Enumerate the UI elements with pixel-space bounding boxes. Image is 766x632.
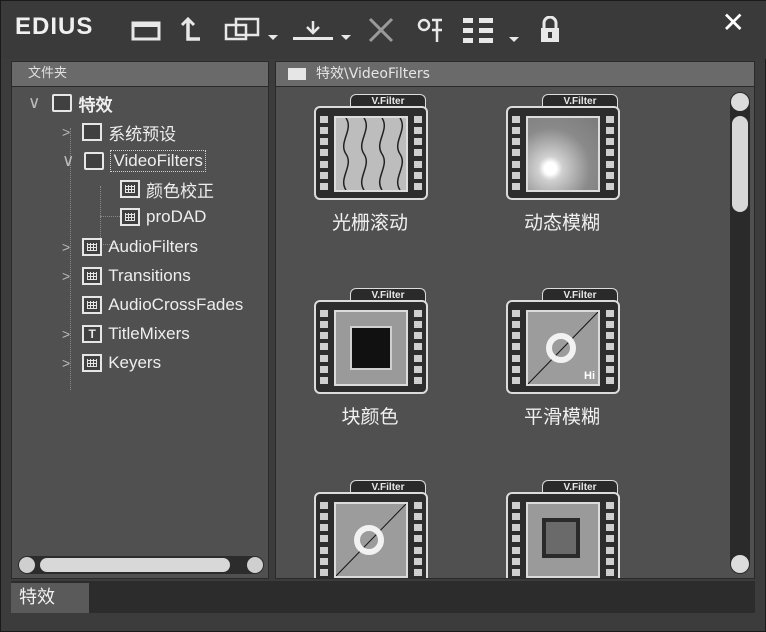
copy-icon[interactable]	[221, 13, 279, 47]
expand-icon[interactable]: >	[62, 124, 70, 140]
collapse-icon[interactable]: ∨	[28, 93, 40, 113]
tree-connector	[100, 216, 120, 217]
expand-icon[interactable]: >	[62, 355, 70, 371]
title-mixer-folder-icon: T	[82, 325, 103, 343]
filter-thumbnail: V.Filter	[314, 94, 428, 200]
scroll-up-button[interactable]	[731, 93, 749, 111]
keyers-folder-icon	[82, 354, 103, 372]
filter-item[interactable]: V.Filter 光栅滚动	[314, 94, 428, 235]
collapse-icon[interactable]: ∨	[62, 151, 74, 171]
effects-list-pane: 特效\VideoFilters V.Filter 光栅滚动 V.Filter 动…	[275, 61, 755, 579]
hi-badge: Hi	[584, 370, 595, 382]
filter-item[interactable]: V.Filter	[314, 480, 428, 578]
effects-tab[interactable]: 特效	[11, 583, 89, 613]
scroll-thumb[interactable]	[732, 116, 748, 212]
toolbar: EDIUS ✕	[1, 1, 766, 59]
delete-icon[interactable]	[365, 13, 397, 47]
folder-icon	[82, 123, 103, 141]
new-folder-icon[interactable]	[129, 13, 163, 47]
filter-item[interactable]: V.Filter Hi 平滑模糊	[506, 288, 620, 429]
filter-label: 平滑模糊	[523, 406, 600, 428]
folder-tree[interactable]: ∨ 特效 > 系统预设 ∨ VideoFilters 颜色校正 proDAD >…	[12, 88, 268, 548]
import-icon[interactable]	[291, 13, 353, 47]
tree-item-root[interactable]: ∨ 特效	[28, 90, 112, 116]
folder-tree-header: 文件夹	[12, 62, 268, 87]
vertical-scrollbar[interactable]	[730, 92, 750, 574]
tree-item[interactable]: > Keyers	[62, 350, 161, 376]
filter-thumbnail: V.Filter Hi	[506, 288, 620, 394]
filter-label: 光栅滚动	[331, 212, 408, 234]
tree-item[interactable]: > T TitleMixers	[62, 321, 190, 347]
tree-item[interactable]: > AudioFilters	[62, 234, 198, 260]
folder-open-icon	[84, 152, 105, 170]
filter-item[interactable]: V.Filter	[506, 480, 620, 578]
tree-item-label: Transitions	[108, 266, 191, 285]
scroll-thumb[interactable]	[40, 558, 230, 572]
transitions-folder-icon	[82, 267, 103, 285]
filter-thumbnail: V.Filter	[506, 480, 620, 578]
lock-icon[interactable]	[537, 13, 563, 47]
tree-item-label: AudioCrossFades	[108, 295, 244, 314]
effect-folder-icon	[120, 208, 140, 226]
tree-item-label: 特效	[78, 95, 113, 115]
status-bar: 特效	[11, 581, 755, 613]
audio-crossfade-folder-icon	[82, 296, 103, 314]
filter-label: 动态模糊	[523, 212, 600, 234]
expand-icon[interactable]: >	[62, 268, 70, 284]
path-label: 特效\VideoFilters	[316, 66, 430, 82]
filter-label: 块颜色	[341, 406, 399, 428]
up-folder-icon[interactable]	[177, 13, 207, 47]
folder-tree-pane: 文件夹 ∨ 特效 > 系统预设 ∨ VideoFilters 颜色校正 proD…	[11, 61, 269, 579]
scroll-down-button[interactable]	[731, 555, 749, 573]
tree-item[interactable]: proDAD	[120, 204, 206, 230]
expand-icon[interactable]: >	[62, 326, 70, 342]
tree-item[interactable]: > AudioCrossFades	[62, 292, 243, 318]
folder-open-icon	[52, 94, 73, 112]
filter-thumbnail: V.Filter	[314, 480, 428, 578]
filter-thumbnail: V.Filter	[506, 94, 620, 200]
audio-folder-icon	[82, 238, 103, 256]
tree-item-label: 系统预设	[108, 124, 177, 144]
horizontal-scrollbar[interactable]	[18, 556, 264, 574]
tree-item[interactable]: 颜色校正	[120, 176, 214, 202]
filter-item[interactable]: V.Filter 动态模糊	[506, 94, 620, 235]
filter-item[interactable]: V.Filter 块颜色	[314, 288, 428, 429]
folder-icon	[288, 68, 306, 80]
tree-item-label: TitleMixers	[108, 324, 190, 343]
filter-thumbnail: V.Filter	[314, 288, 428, 394]
scroll-right-button[interactable]	[247, 557, 263, 573]
path-bar: 特效\VideoFilters	[276, 62, 754, 87]
tree-item-label: proDAD	[146, 207, 207, 226]
tree-item[interactable]: > 系统预设	[62, 119, 176, 145]
effects-palette-window: EDIUS ✕ 文件夹 ∨ 特效 > 系统预设 ∨ VideoFilters 颜…	[0, 0, 766, 632]
tree-item-label: Keyers	[108, 353, 162, 372]
close-button[interactable]: ✕	[722, 9, 745, 37]
scroll-left-button[interactable]	[19, 557, 35, 573]
view-icon[interactable]	[461, 13, 525, 47]
app-title: EDIUS	[15, 13, 94, 40]
properties-icon[interactable]	[415, 13, 445, 47]
effect-folder-icon	[120, 180, 140, 198]
tree-item-label: VideoFilters	[110, 150, 206, 172]
tree-item-selected[interactable]: ∨ VideoFilters	[62, 148, 206, 174]
expand-icon[interactable]: >	[62, 239, 70, 255]
tree-item-label: AudioFilters	[108, 237, 198, 256]
tree-item-label: 颜色校正	[146, 181, 214, 201]
tree-item[interactable]: > Transitions	[62, 263, 191, 289]
spacer: >	[62, 297, 70, 313]
